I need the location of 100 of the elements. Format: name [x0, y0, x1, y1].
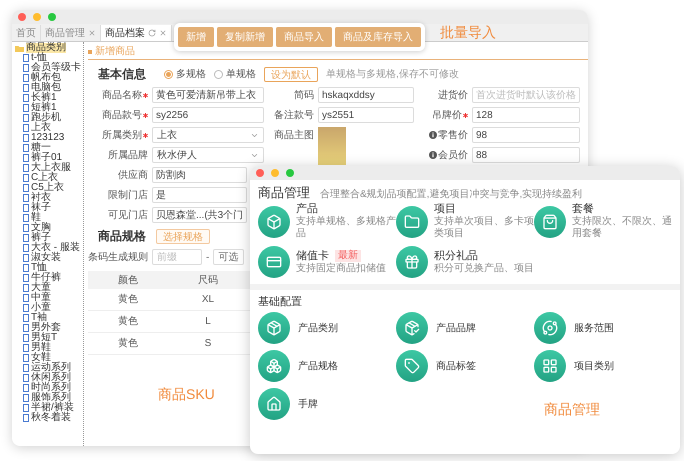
tree-item[interactable]: 男外套: [15, 323, 83, 333]
close-icon[interactable]: [88, 29, 96, 37]
tree-item[interactable]: 跑步机: [15, 113, 83, 123]
section-heading: 商品管理: [258, 184, 310, 202]
tree-item[interactable]: 裤子: [15, 233, 83, 243]
tree-item[interactable]: 袜子: [15, 203, 83, 213]
field-label: 供应商: [118, 168, 148, 182]
window-controls-icon[interactable]: [18, 13, 56, 21]
input-field[interactable]: 98: [472, 127, 580, 143]
close-icon[interactable]: [159, 29, 167, 37]
tree-item[interactable]: C上衣: [15, 173, 83, 183]
tree-item[interactable]: T恤: [15, 263, 83, 273]
item-title[interactable]: 套餐: [572, 203, 594, 216]
input-field[interactable]: 贝恩森堂...(共3个门: [152, 207, 247, 223]
tree-item[interactable]: 时尚系列: [15, 383, 83, 393]
tree-item[interactable]: 糖一: [15, 143, 83, 153]
item-title[interactable]: 项目类别: [574, 358, 614, 374]
field-label: 会员价: [438, 148, 468, 162]
tree-item[interactable]: 女鞋: [15, 353, 83, 363]
input-field[interactable]: 防割肉: [152, 167, 247, 183]
section-subtitle: 合理整合&规划品项配置,避免项目冲突与竞争,实现持续盈利: [320, 188, 582, 202]
tree-item[interactable]: 中童: [15, 293, 83, 303]
table-cell-text: 黄色: [117, 292, 139, 307]
tree-item[interactable]: 大童: [15, 283, 83, 293]
radio-button[interactable]: [164, 70, 173, 78]
input-field[interactable]: 是: [152, 187, 247, 203]
package-check-icon[interactable]: [396, 312, 428, 344]
refresh-icon[interactable]: [148, 29, 156, 37]
input-field[interactable]: 128: [472, 107, 580, 123]
input-field[interactable]: hskaqxddsy: [318, 87, 414, 103]
tree-item[interactable]: 牛仔裤: [15, 273, 83, 283]
tree-item[interactable]: t-恤: [15, 53, 83, 63]
field-label: 可见门店: [108, 208, 148, 222]
tab[interactable]: 商品档案: [101, 25, 172, 41]
select-field[interactable]: 秋水伊人: [152, 147, 264, 163]
input-field[interactable]: 首次进货时默认该价格: [472, 87, 580, 103]
tree-item[interactable]: 小童: [15, 303, 83, 313]
tree-item[interactable]: 半裙/裤装: [15, 403, 83, 413]
item-title[interactable]: 产品规格: [298, 358, 338, 374]
tree-item[interactable]: 运动系列: [15, 363, 83, 373]
tree-item[interactable]: 大衣 - 服装: [15, 243, 83, 253]
house-icon[interactable]: [258, 388, 290, 420]
tree-item[interactable]: 123123: [15, 133, 83, 143]
gift-icon[interactable]: [396, 246, 428, 278]
item-description: 支持固定商品扣储值: [296, 262, 387, 274]
input-field[interactable]: 前缀: [152, 249, 202, 265]
card-icon[interactable]: [258, 246, 290, 278]
item-title[interactable]: 储值卡: [296, 250, 329, 262]
tree-item[interactable]: 休闲系列: [15, 373, 83, 383]
tree-item[interactable]: 长裤1: [15, 93, 83, 103]
tree-item[interactable]: 电脑包: [15, 83, 83, 93]
photo-placeholder: [318, 127, 346, 165]
item-title[interactable]: 服务范围: [574, 320, 614, 336]
window-controls-icon[interactable]: [256, 169, 294, 177]
tree-item[interactable]: 短裤1: [15, 103, 83, 113]
item-title[interactable]: 产品类别: [298, 320, 338, 336]
tag-icon[interactable]: [396, 350, 428, 382]
field-label: 进货价: [438, 88, 468, 102]
input-field[interactable]: 88: [472, 147, 580, 163]
tree-item[interactable]: 服饰系列: [15, 393, 83, 403]
select-field[interactable]: 上衣: [152, 127, 264, 143]
separator-text: -: [206, 250, 210, 264]
tree-item[interactable]: 男鞋: [15, 343, 83, 353]
tree-item[interactable]: 帆布包: [15, 73, 83, 83]
folder-icon[interactable]: [396, 206, 428, 238]
input-field[interactable]: 可选: [213, 249, 244, 265]
tree-item[interactable]: C5上衣: [15, 183, 83, 193]
item-title[interactable]: 产品品牌: [436, 320, 476, 336]
item-title[interactable]: 商品标签: [436, 358, 476, 374]
section-heading: 基本信息: [98, 66, 146, 83]
tree-item[interactable]: T袖: [15, 313, 83, 323]
package-icon[interactable]: [258, 312, 290, 344]
bag-icon[interactable]: [534, 206, 566, 238]
tree-item[interactable]: 鞋: [15, 213, 83, 223]
tree-item[interactable]: 文胸: [15, 223, 83, 233]
tree-item[interactable]: 大上衣服: [15, 163, 83, 173]
input-field[interactable]: sy2256: [152, 107, 264, 123]
tree-item[interactable]: 秋冬着装: [15, 413, 83, 423]
field-label: 备注款号: [274, 108, 314, 122]
tree-item[interactable]: 裤子01: [15, 153, 83, 163]
cube-icon[interactable]: [258, 206, 290, 238]
tree-item[interactable]: 上衣: [15, 123, 83, 133]
input-field[interactable]: 黄色可爱清新吊带上衣: [152, 87, 264, 103]
input-field[interactable]: ys2551: [318, 107, 414, 123]
field-label: 吊牌价: [432, 108, 462, 122]
item-title[interactable]: 项目: [434, 203, 456, 216]
boxes-icon[interactable]: [258, 350, 290, 382]
item-title[interactable]: 积分礼品: [434, 250, 478, 262]
tree-item[interactable]: 衬衣: [15, 193, 83, 203]
radio-button[interactable]: [214, 70, 223, 78]
orbit-icon[interactable]: [534, 312, 566, 344]
field-label: 简码: [294, 88, 314, 102]
item-title[interactable]: 手牌: [298, 396, 318, 412]
tree-item[interactable]: 会员等级卡: [15, 63, 83, 73]
tree-item[interactable]: 淑女装: [15, 253, 83, 263]
field-label: 商品名称: [102, 88, 142, 102]
grid-icon[interactable]: [534, 350, 566, 382]
item-title[interactable]: 产品: [296, 203, 318, 216]
tree-item[interactable]: 男短T: [15, 333, 83, 343]
radio-label: 单规格: [226, 68, 256, 82]
